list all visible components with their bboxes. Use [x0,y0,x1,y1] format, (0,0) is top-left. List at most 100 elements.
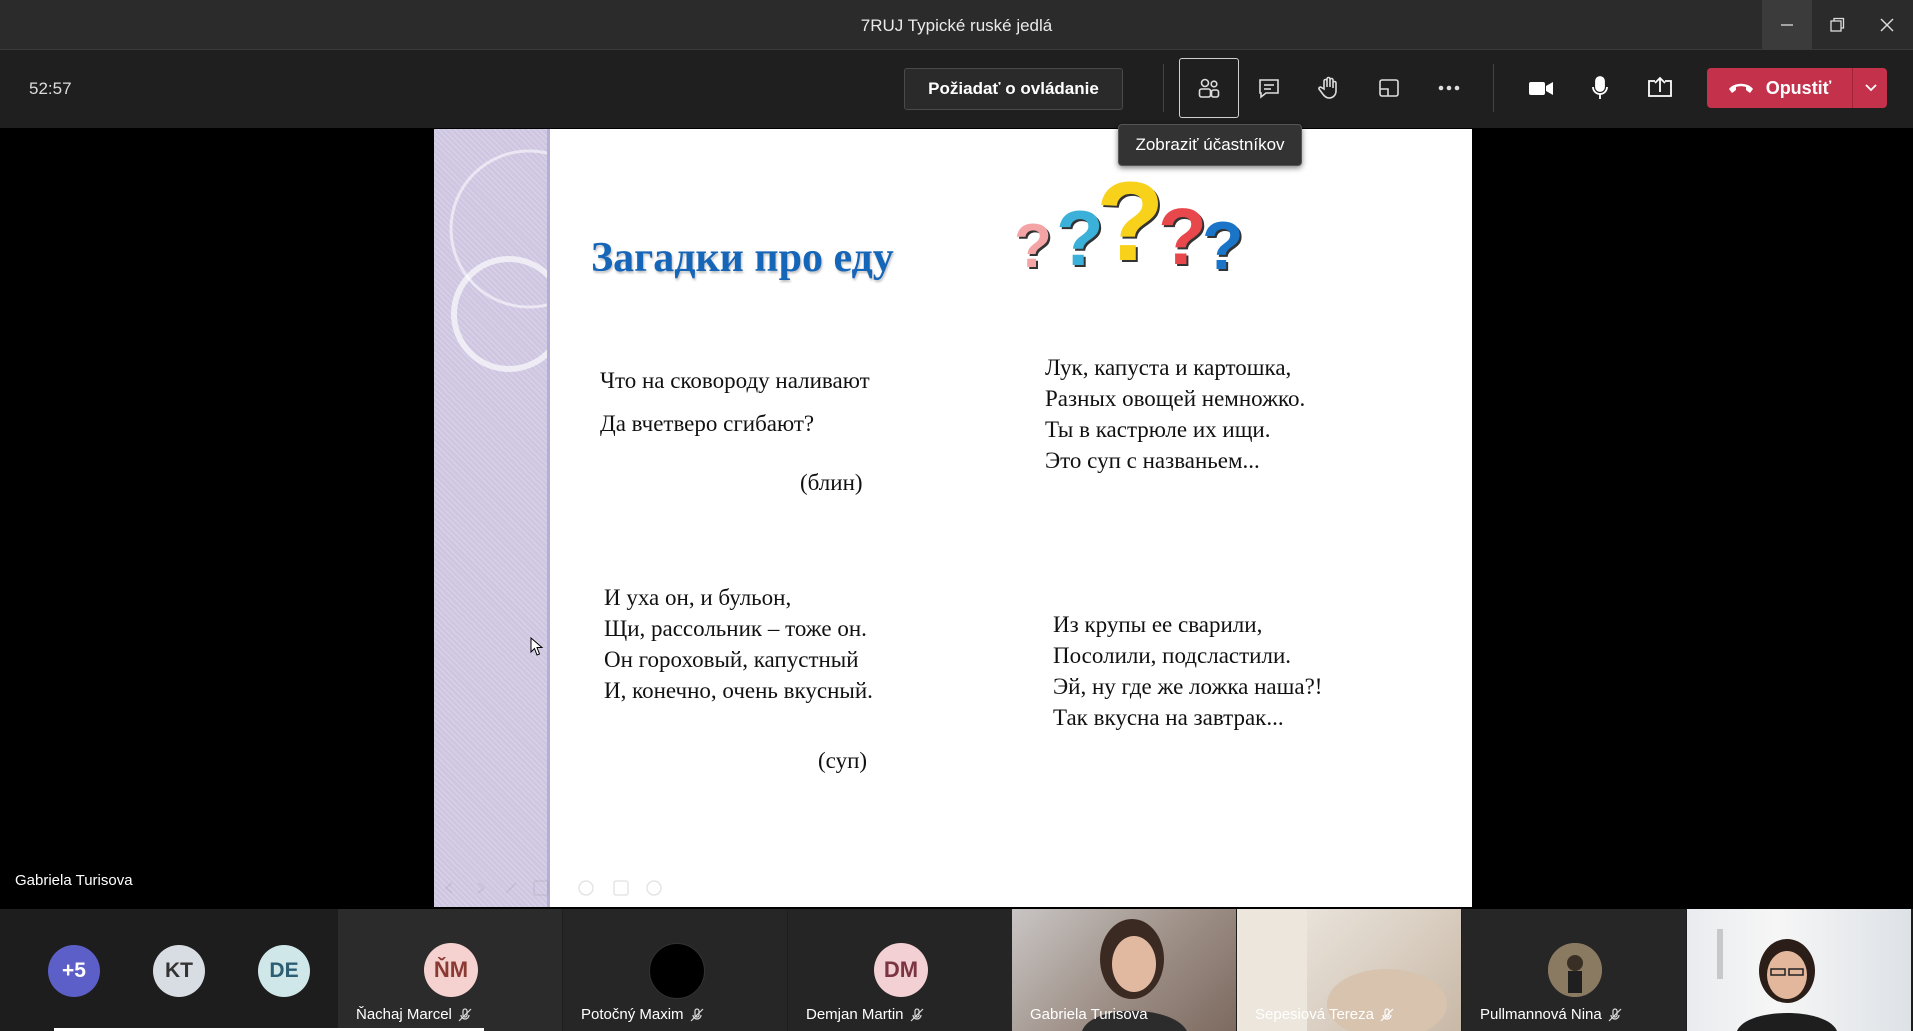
question-mark: ? [1014,212,1052,281]
participant-name-row: Potočný Maxim [581,1006,704,1023]
minimize-button[interactable] [1762,0,1812,49]
participant-name-row: Demjan Martin [806,1006,924,1023]
mic-muted-icon [1608,1007,1622,1021]
more-participants-button[interactable]: +5 [48,945,100,997]
mic-muted-icon [690,1007,703,1021]
riddle-line: И уха он, и бульон, [604,585,792,610]
slide-title: Загадки про еду [591,235,894,281]
participant-avatar: DM [874,943,928,997]
riddle-line: Это суп с названьем... [1045,448,1260,473]
slideshow-controls[interactable] [434,873,674,903]
riddle-line: Он гороховый, капустный [604,647,859,672]
participants-icon [1198,78,1220,98]
mic-muted-icon [910,1007,923,1021]
hang-up-icon [1728,83,1753,93]
more-actions-button[interactable] [1419,58,1479,118]
presenter-name: Gabriela Turisova [15,872,133,889]
participant-video-tile[interactable]: Sepesiová Tereza [1237,909,1461,1031]
participants-tooltip: Zobraziť účastníkov [1118,124,1302,166]
riddle-line: Что на сковороду наливают [600,368,870,393]
shared-content-stage: Загадки про еду ? ? ? ? ? Что на сковоро… [0,129,1913,907]
share-icon [1648,76,1672,97]
riddle-3-answer: (суп) [818,748,868,773]
toolbar-divider [1163,64,1164,112]
participant-name-row: Sepesiová Tereza [1255,1006,1394,1023]
mic-muted-icon [458,1007,472,1021]
restore-icon [1830,17,1845,32]
close-window-button[interactable] [1862,0,1912,49]
participant-name: Gabriela Turisova [1030,1006,1148,1023]
riddle-line: Разных овощей немножко. [1045,386,1306,411]
slide-strip-edge [547,129,550,907]
chevron-down-icon [1864,84,1877,92]
participant-avatar [649,943,705,999]
mic-icon [1592,76,1608,99]
close-icon [1880,18,1894,31]
participant-avatar: ŇM [424,943,478,997]
camera-button[interactable] [1511,58,1571,118]
participant-video-tile[interactable]: Gabriela Turisova [1012,909,1236,1031]
leave-meeting-button[interactable]: Opustiť [1707,68,1887,108]
riddle-1-answer: (блин) [800,470,863,495]
raise-hand-icon [1318,76,1337,99]
participant-name: Potočný Maxim [581,1006,684,1023]
breakout-rooms-button[interactable] [1359,58,1419,118]
question-mark: ? [1096,159,1165,284]
raise-hand-button[interactable] [1299,58,1359,118]
riddle-line: Щи, рассольник – тоже он. [604,616,867,641]
window-title: 7RUJ Typické ruské jedlá [860,16,1053,35]
chat-button[interactable] [1239,58,1299,118]
participant-name-row: Gabriela Turisova [1030,1006,1148,1023]
leave-button-main[interactable]: Opustiť [1707,68,1852,108]
participant-name: Sepesiová Tereza [1255,1006,1374,1023]
leave-label: Opustiť [1765,77,1832,98]
participant-tile[interactable]: Pullmannová Nina [1462,909,1686,1031]
riddle-line: Ты в кастрюле их ищи. [1045,417,1271,442]
mic-muted-icon [1380,1007,1394,1021]
rooms-icon [1379,79,1399,97]
self-video-tile[interactable] [1687,909,1911,1031]
riddle-1: Что на сковороду наливают Да вчетверо сг… [600,359,870,445]
minimize-icon [1781,23,1793,26]
share-content-button[interactable] [1630,58,1690,118]
chat-icon [1259,79,1279,99]
decorative-circles [449,149,549,372]
mouse-cursor-icon [530,637,544,656]
participant-tile[interactable]: DM Demjan Martin [788,909,1012,1031]
participant-avatar-kt[interactable]: KT [153,945,205,997]
riddle-4: Из крупы ее сварили, Посолили, подсласти… [1053,609,1322,733]
riddle-line: Да вчетверо сгибают? [600,411,815,436]
video-person-figure [1717,929,1837,1031]
request-control-button[interactable]: Požiadať o ovládanie [904,68,1123,110]
riddle-line: Посолили, подсластили. [1053,643,1292,668]
participant-name: Demjan Martin [806,1006,904,1023]
presentation-slide: Загадки про еду ? ? ? ? ? Что на сковоро… [434,129,1472,907]
restore-button[interactable] [1812,0,1862,49]
riddle-line: Из крупы ее сварили, [1053,612,1263,637]
participants-gallery: +5 KT DE ŇM Ňachaj Marcel Potočný Maxim … [0,909,1913,1031]
toolbar-divider [1493,64,1494,112]
leave-options-dropdown[interactable] [1852,68,1888,108]
participant-avatar-de[interactable]: DE [258,945,310,997]
participant-name-row: Ňachaj Marcel [356,1006,472,1023]
participant-name: Ňachaj Marcel [356,1006,452,1023]
riddle-line: Эй, ну где же ложка наша?! [1053,674,1323,699]
participant-avatar-photo [1548,943,1602,997]
slide-decorative-strip [434,129,549,907]
riddle-line: Лук, капуста и картошка, [1045,355,1292,380]
window-titlebar: 7RUJ Typické ruské jedlá [0,0,1913,50]
camera-icon [1529,82,1553,95]
participant-tile[interactable]: ŇM Ňachaj Marcel [338,909,562,1031]
question-mark: ? [1158,192,1207,281]
participant-name: Pullmannová Nina [1480,1006,1602,1023]
participant-tile[interactable]: Potočný Maxim [563,909,787,1031]
more-icon [1438,85,1460,91]
riddle-line: Так вкусна на завтрак... [1053,705,1284,730]
meeting-timer: 52:57 [29,79,72,98]
show-participants-button[interactable] [1179,58,1239,118]
microphone-button[interactable] [1570,58,1630,118]
riddle-3: И уха он, и бульон, Щи, рассольник – тож… [604,582,873,706]
participant-name-row: Pullmannová Nina [1480,1006,1622,1023]
riddle-2: Лук, капуста и картошка, Разных овощей н… [1045,352,1305,476]
riddle-line: И, конечно, очень вкусный. [604,678,873,703]
